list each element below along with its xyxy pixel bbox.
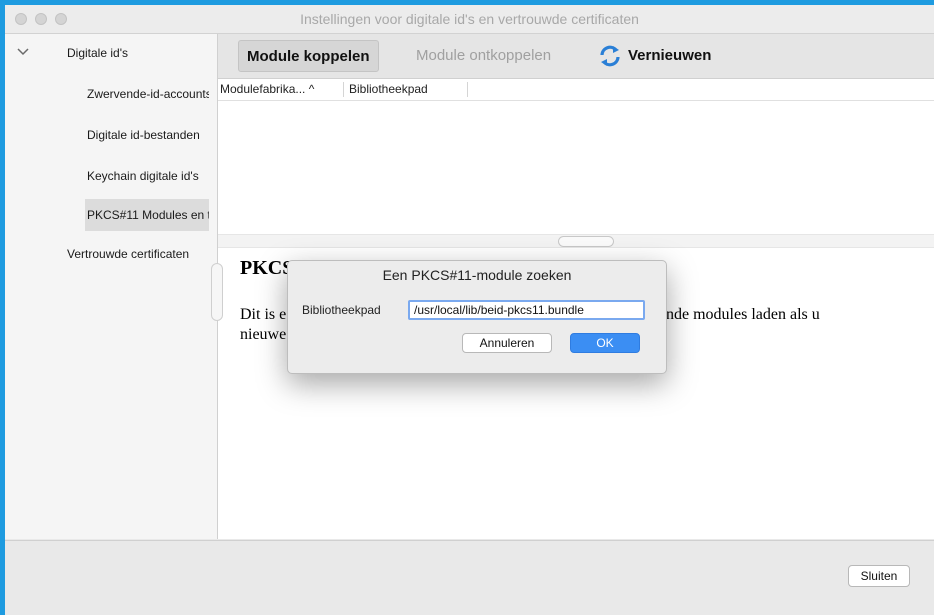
toolbar: Module koppelen Module ontkoppelen Verni… (218, 34, 934, 79)
footer: Sluiten (5, 540, 934, 615)
content-heading: PKCS (240, 257, 294, 279)
splitter-grip[interactable] (558, 236, 614, 247)
window-title: Instellingen voor digitale id's en vertr… (300, 11, 639, 27)
attach-module-button[interactable]: Module koppelen (238, 40, 379, 72)
sidebar-item-id-files[interactable]: Digitale id-bestanden (87, 128, 209, 142)
sidebar-item-digital-ids[interactable]: Digitale id's (67, 46, 128, 60)
column-header-manufacturer[interactable]: Modulefabrika... ^ (220, 79, 314, 100)
column-divider[interactable] (467, 82, 468, 97)
find-module-dialog: Een PKCS#11-module zoeken Bibliotheekpad… (287, 260, 667, 374)
refresh-button[interactable]: Vernieuwen (598, 40, 711, 72)
sidebar-resize-handle[interactable] (211, 263, 223, 321)
refresh-label: Vernieuwen (628, 47, 712, 64)
sidebar-item-trusted-certificates[interactable]: Vertrouwde certificaten (67, 247, 189, 261)
library-path-label: Bibliotheekpad (302, 303, 381, 317)
cancel-button[interactable]: Annuleren (462, 333, 552, 353)
chevron-down-icon[interactable] (17, 44, 29, 59)
ok-button[interactable]: OK (570, 333, 640, 353)
sidebar-item-keychain[interactable]: Keychain digitale id's (87, 169, 209, 183)
sidebar-item-roaming-id[interactable]: Zwervende-id-accounts (87, 87, 209, 101)
sidebar-item-pkcs11[interactable]: PKCS#11 Modules en tokens (85, 199, 209, 231)
close-button[interactable]: Sluiten (848, 565, 910, 587)
pane-splitter[interactable] (218, 234, 934, 248)
refresh-icon (598, 44, 622, 68)
sidebar: Digitale id's Zwervende-id-accounts Digi… (5, 34, 218, 539)
detach-module-button: Module ontkoppelen (416, 47, 552, 64)
library-path-input[interactable]: /usr/local/lib/beid-pkcs11.bundle (408, 300, 645, 320)
table-header: Modulefabrika... ^ Bibliotheekpad (218, 79, 934, 101)
column-header-library-path[interactable]: Bibliotheekpad (349, 79, 428, 100)
column-divider[interactable] (343, 82, 344, 97)
title-bar: Instellingen voor digitale id's en vertr… (5, 5, 934, 34)
dialog-title: Een PKCS#11-module zoeken (382, 267, 572, 283)
settings-window: Instellingen voor digitale id's en vertr… (5, 5, 934, 615)
